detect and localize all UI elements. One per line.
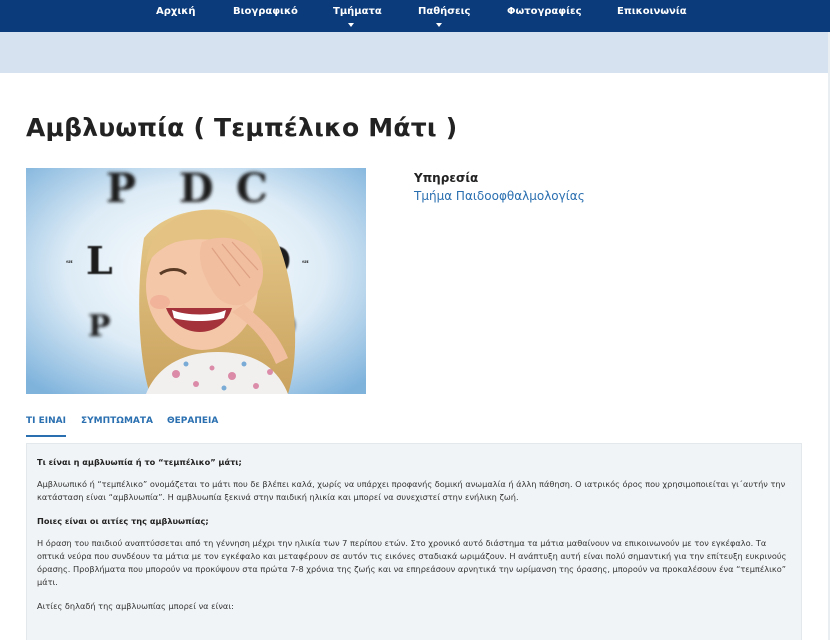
nav-item-photos[interactable]: Φωτογραφίες <box>507 6 582 17</box>
tab-content-panel: Τι είναι η αμβλυωπία ή το “τεμπέλικο” μά… <box>26 443 802 640</box>
tab-treatment[interactable]: ΘΕΡΑΠΕΙΑ <box>167 416 218 435</box>
tab-symptoms[interactable]: ΣΥΜΠΤΩΜΑΤΑ <box>81 416 153 435</box>
eye-chart-letter: P <box>88 309 111 344</box>
nav-item-biography[interactable]: Βιογραφικό <box>233 6 298 17</box>
page-title: Αμβλυωπία ( Τεμπέλικο Μάτι ) <box>26 113 458 142</box>
nav-item-conditions[interactable]: Παθήσεις <box>418 6 470 17</box>
eye-chart-letter: L <box>86 238 113 283</box>
tab-what-is-it[interactable]: ΤΙ ΕΙΝΑΙ <box>26 416 66 437</box>
top-navigation-bar: Αρχική Βιογραφικό Τμήματα Παθήσεις Φωτογ… <box>0 0 830 32</box>
eye-chart-letter: P <box>106 168 136 212</box>
eye-chart-letter: D <box>179 168 214 212</box>
tab-content-body: Τι είναι η αμβλυωπία ή το “τεμπέλικο” μά… <box>37 456 793 624</box>
question-heading: Ποιες είναι οι αιτίες της αμβλυωπίας; <box>37 516 209 526</box>
hero-image-child-eye-chart: P D C L D P D SH SH <box>26 168 366 394</box>
chevron-down-icon[interactable] <box>348 23 354 27</box>
eye-chart-small-text: SH <box>302 259 309 264</box>
chevron-down-icon[interactable] <box>436 23 442 27</box>
eye-chart-letter: C <box>236 168 268 212</box>
service-department-link[interactable]: Τμήμα Παιδοοφθαλμολογίας <box>414 189 585 203</box>
nav-item-home[interactable]: Αρχική <box>156 6 195 17</box>
paragraph: Η όραση του παιδιού αναπτύσσεται από τη … <box>37 538 787 587</box>
header-banner-strip <box>0 32 830 73</box>
question-heading: Τι είναι η αμβλυωπία ή το “τεμπέλικο” μά… <box>37 457 242 467</box>
service-label: Υπηρεσία <box>414 171 479 185</box>
paragraph: Αμβλυωπικό ή “τεμπέλικο” ονομάζεται το μ… <box>37 479 786 502</box>
nav-item-contact[interactable]: Επικοινωνία <box>617 6 687 17</box>
nav-item-departments[interactable]: Τμήματα <box>333 6 382 17</box>
paragraph: Αιτίες δηλαδή της αμβλυωπίας μπορεί να ε… <box>37 601 234 611</box>
eye-chart-small-text: SH <box>66 259 73 264</box>
